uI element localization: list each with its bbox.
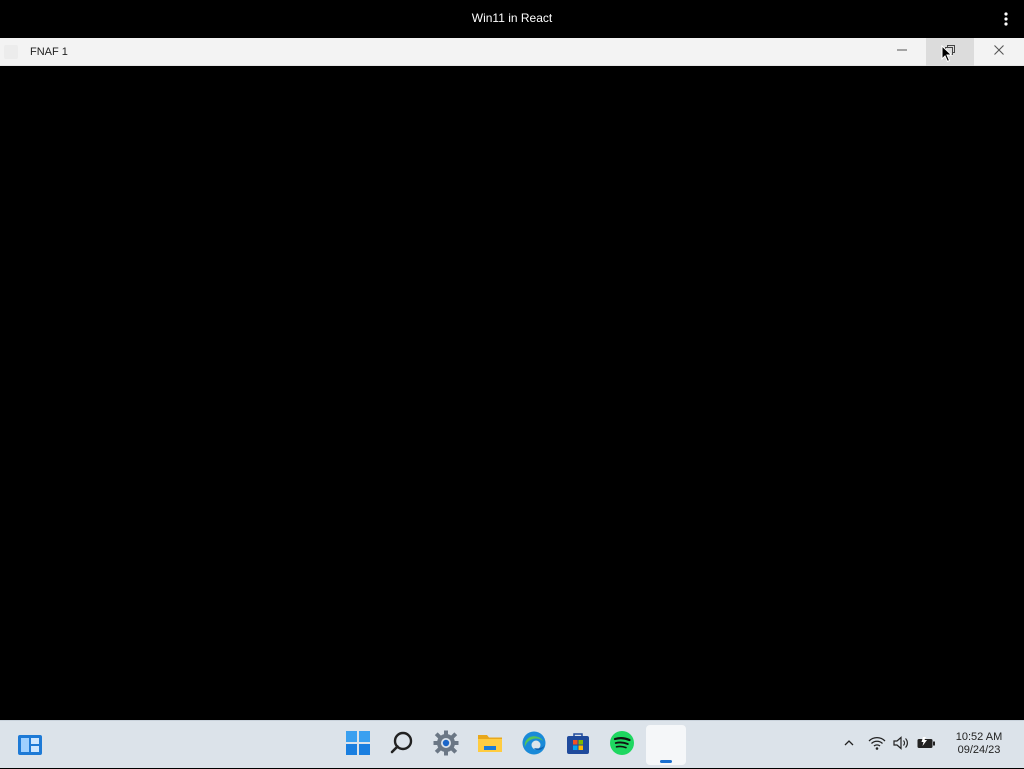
window-titlebar[interactable]: FNAF 1 <box>0 38 1024 66</box>
battery-icon <box>916 735 936 756</box>
tray-wifi-button[interactable] <box>866 721 888 769</box>
app-icon <box>4 45 18 59</box>
taskbar-fnaf-button[interactable] <box>646 725 686 765</box>
clock-time: 10:52 AM <box>955 731 1003 743</box>
folder-icon <box>477 730 503 761</box>
widgets-icon[interactable] <box>16 733 44 757</box>
clock-date: 09/24/23 <box>957 744 1001 756</box>
search-icon <box>389 730 415 761</box>
restore-button[interactable] <box>926 38 974 66</box>
taskbar-edge-button[interactable] <box>514 725 554 765</box>
close-icon <box>993 43 1005 61</box>
tray-chevron-button[interactable] <box>840 721 858 769</box>
taskbar-file-explorer-button[interactable] <box>470 725 510 765</box>
store-icon <box>565 730 591 761</box>
taskbar-store-button[interactable] <box>558 725 598 765</box>
browser-bar: Win11 in React <box>0 0 1024 38</box>
edge-browser-icon <box>521 730 547 761</box>
spotify-icon <box>609 730 635 761</box>
taskbar-spotify-button[interactable] <box>602 725 642 765</box>
window-title: FNAF 1 <box>30 46 68 58</box>
chevron-up-icon <box>843 736 855 754</box>
kebab-menu-icon[interactable] <box>1000 11 1012 27</box>
active-app-indicator <box>660 760 672 763</box>
blank-app-icon <box>653 730 679 761</box>
taskbar: 10:52 AM 09/24/23 <box>0 720 1024 768</box>
minimize-icon <box>896 43 908 61</box>
restore-icon <box>944 43 956 61</box>
taskbar-start-button[interactable] <box>338 725 378 765</box>
tray-volume-button[interactable] <box>890 721 912 769</box>
close-button[interactable] <box>974 38 1024 66</box>
browser-title: Win11 in React <box>471 11 553 25</box>
volume-icon <box>892 735 910 756</box>
app-content-area[interactable] <box>0 66 1024 720</box>
windows-start-icon <box>345 730 371 761</box>
taskbar-clock[interactable]: 10:52 AM 09/24/23 <box>944 731 1014 757</box>
taskbar-settings-button[interactable] <box>426 725 466 765</box>
settings-gear-icon <box>433 730 459 761</box>
wifi-icon <box>868 735 886 756</box>
taskbar-search-button[interactable] <box>382 725 422 765</box>
minimize-button[interactable] <box>878 38 926 66</box>
tray-battery-button[interactable] <box>914 721 938 769</box>
